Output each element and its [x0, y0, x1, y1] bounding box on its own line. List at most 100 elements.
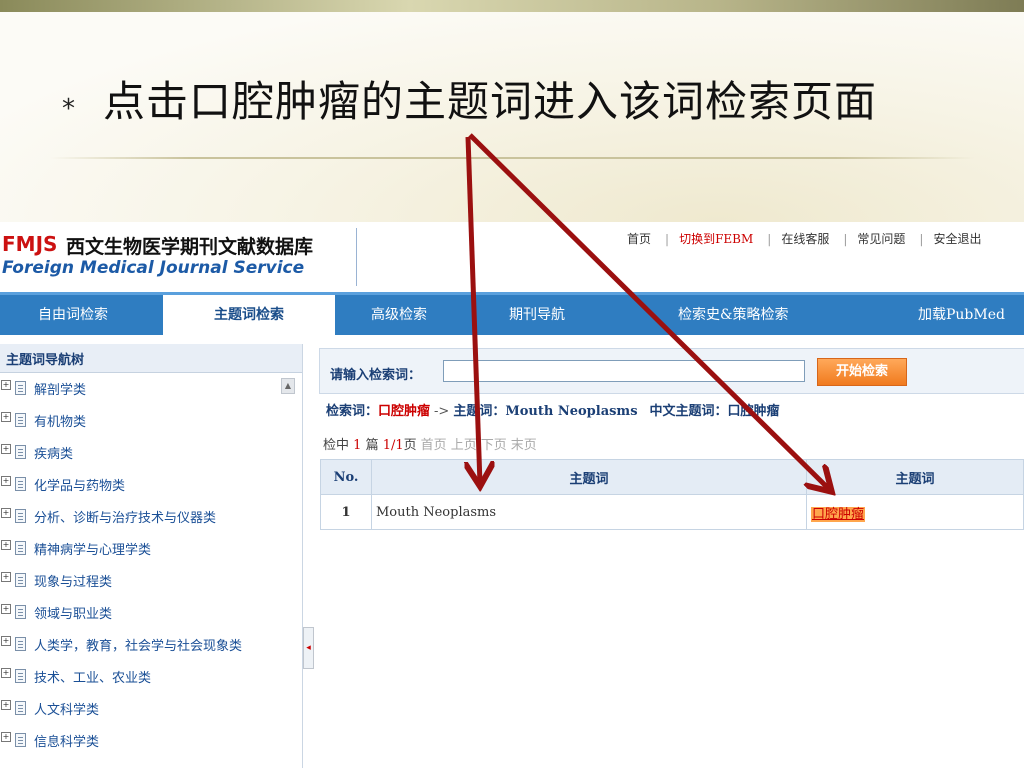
row-subject-cn-cell: 口腔肿瘤 [806, 494, 1024, 530]
expand-icon[interactable]: + [1, 636, 11, 646]
tree-item-label: 领域与职业类 [34, 607, 113, 622]
tab-load-pubmed[interactable]: 加载PubMed [918, 304, 1005, 324]
search-label: 请输入检索词： [330, 368, 422, 383]
table-row: 1 Mouth Neoplasms 口腔肿瘤 [320, 494, 1024, 530]
embedded-screenshot: FMJS 西文生物医学期刊文献数据库 Foreign Medical Journ… [0, 222, 1024, 768]
expand-icon[interactable]: + [1, 604, 11, 614]
expand-icon[interactable]: + [1, 508, 11, 518]
subject-term-link[interactable]: 口腔肿瘤 [811, 506, 866, 522]
link-logout[interactable]: 安全退出 [933, 232, 981, 246]
expand-icon[interactable]: + [1, 476, 11, 486]
site-header: FMJS 西文生物医学期刊文献数据库 Foreign Medical Journ… [0, 222, 1024, 292]
tree-item-label: 现象与过程类 [34, 575, 113, 590]
document-icon [15, 605, 26, 619]
cn-subject-label: 中文主题词： [649, 404, 728, 419]
document-icon [15, 445, 26, 459]
tree-item-label: 精神病学与心理学类 [34, 543, 152, 558]
row-number: 1 [320, 494, 372, 530]
top-links: 首页 | 切换到FEBM | 在线客服 | 常见问题 | 安全退出 [627, 230, 985, 247]
main-nav: 自由词检索 主题词检索 高级检索 期刊导航 检索史&策略检索 加载PubMed [0, 292, 1024, 335]
link-divider: | [843, 232, 848, 246]
search-panel: 请输入检索词： 开始检索 [319, 348, 1024, 394]
last-page-link[interactable]: 末页 [511, 438, 537, 453]
link-home[interactable]: 首页 [627, 232, 651, 246]
expand-icon[interactable]: + [1, 412, 11, 422]
document-icon [15, 573, 26, 587]
breadcrumb-arrow: -> [434, 404, 450, 419]
tab-subject-search[interactable]: 主题词检索 [163, 295, 335, 335]
col-no: No. [320, 459, 372, 495]
link-switch-febm[interactable]: 切换到FEBM [679, 232, 753, 246]
document-icon [15, 509, 26, 523]
document-icon [15, 413, 26, 427]
page-indicator: 1/1 [382, 438, 404, 453]
sidebar-title: 主题词导航树 [6, 353, 85, 368]
document-icon [15, 701, 26, 715]
search-input[interactable] [443, 360, 805, 382]
pager-prefix: 检中 [323, 438, 350, 453]
col-subject-cn: 主题词 [806, 459, 1024, 495]
tab-free-search[interactable]: 自由词检索 [38, 304, 108, 324]
document-icon [15, 477, 26, 491]
tab-journal-nav[interactable]: 期刊导航 [509, 304, 565, 324]
slide-top-band [0, 0, 1024, 12]
main-content: 请输入检索词： 开始检索 检索词：口腔肿瘤 -> 主题词：Mouth Neoplas… [316, 344, 1024, 768]
document-icon [15, 381, 26, 395]
expand-icon[interactable]: + [1, 540, 11, 550]
logo-abbr: FMJS [2, 232, 58, 256]
bullet-icon: ⁎ [62, 86, 75, 116]
expand-icon[interactable]: + [1, 444, 11, 454]
tree-item-label: 分析、诊断与治疗技术与仪器类 [34, 511, 217, 526]
col-subject-en: 主题词 [371, 459, 807, 495]
logo-en-name: Foreign Medical Journal Service [2, 258, 305, 278]
document-icon [15, 637, 26, 651]
term-label: 检索词： [326, 404, 379, 419]
page-suffix: 页 [403, 438, 417, 453]
subject-value: Mouth Neoplasms [505, 404, 638, 419]
prev-page-link[interactable]: 上页 [451, 438, 477, 453]
next-page-link[interactable]: 下页 [481, 438, 507, 453]
slide-divider [50, 157, 975, 159]
subject-label: 主题词： [453, 404, 506, 419]
pager-unit: 篇 [365, 438, 379, 453]
logo-cn-name: 西文生物医学期刊文献数据库 [66, 236, 314, 258]
expand-icon[interactable]: + [1, 380, 11, 390]
tree-item-label: 技术、工业、农业类 [34, 671, 152, 686]
tree-item-label: 有机物类 [34, 415, 87, 430]
slide-title: 点击口腔肿瘤的主题词进入该词检索页面 [103, 77, 878, 126]
collapse-sidebar-button[interactable]: ◂ [303, 627, 314, 669]
link-divider: | [767, 232, 772, 246]
tree-item-label: 人文科学类 [34, 703, 100, 718]
expand-icon[interactable]: + [1, 700, 11, 710]
tree-item-label: 疾病类 [34, 447, 74, 462]
link-online-service[interactable]: 在线客服 [781, 232, 829, 246]
tree-item-label: 人类学，教育，社会学与社会现象类 [34, 639, 243, 654]
cn-subject-value: 口腔肿瘤 [727, 404, 780, 419]
document-icon [15, 541, 26, 555]
table-header-row: No. 主题词 主题词 [320, 459, 1024, 495]
start-search-button[interactable]: 开始检索 [817, 358, 907, 386]
tab-history-search[interactable]: 检索史&策略检索 [678, 304, 788, 324]
link-faq[interactable]: 常见问题 [857, 232, 905, 246]
expand-icon[interactable]: + [1, 572, 11, 582]
subject-tree-sidebar: 主题词导航树 + 解剖学类 + 有机物类 + 疾病类 + 化学品与药物类 + 分析、诊断与… [0, 344, 303, 768]
tree-item-label: 化学品与药物类 [34, 479, 126, 494]
tab-advanced-search[interactable]: 高级检索 [371, 304, 427, 324]
first-page-link[interactable]: 首页 [421, 438, 447, 453]
document-icon [15, 733, 26, 747]
tree-item-label: 解剖学类 [34, 383, 87, 398]
expand-icon[interactable]: + [1, 668, 11, 678]
row-subject-en: Mouth Neoplasms [371, 494, 807, 530]
link-divider: | [919, 232, 924, 246]
sidebar-header: 主题词导航树 [0, 344, 302, 373]
expand-icon[interactable]: + [1, 732, 11, 742]
results-table: No. 主题词 主题词 1 Mouth Neoplasms 口腔肿瘤 [320, 459, 1024, 530]
search-breadcrumb: 检索词：口腔肿瘤 -> 主题词：Mouth Neoplasms 中文主题词：口腔肿瘤 [326, 400, 780, 419]
header-separator [356, 228, 357, 286]
term-value: 口腔肿瘤 [378, 404, 431, 419]
scroll-up-button[interactable]: ▲ [281, 378, 295, 394]
result-count: 1 [353, 438, 362, 453]
tree-item-label: 信息科学类 [34, 735, 100, 750]
document-icon [15, 669, 26, 683]
result-pager: 检中 1 篇 1/1页 首页 上页 下页 末页 [323, 434, 537, 453]
